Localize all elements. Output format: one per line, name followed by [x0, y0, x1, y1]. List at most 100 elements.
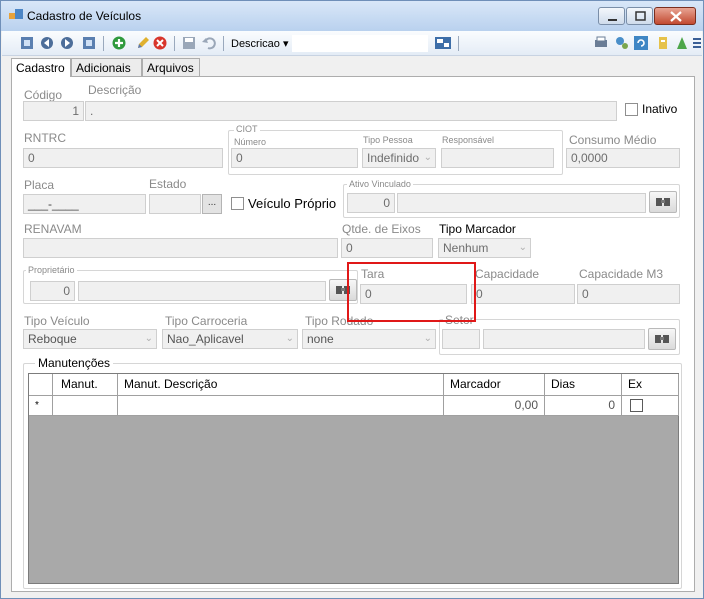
first-record-icon[interactable] — [20, 36, 34, 50]
proprietario-code-field[interactable]: 0 — [30, 281, 75, 301]
binoculars-icon — [655, 335, 669, 343]
column-header[interactable]: Dias — [545, 374, 622, 396]
responsavel-label: Responsável — [442, 135, 495, 145]
chevron-down-icon: ⌄ — [285, 333, 294, 344]
title-bar[interactable]: Cadastro de Veículos — [1, 1, 703, 31]
close-form-icon[interactable] — [693, 36, 701, 50]
add-icon[interactable] — [112, 36, 126, 50]
tipo-carroceria-select[interactable]: Nao_Aplicavel ⌄ — [162, 329, 298, 349]
row-header-corner — [29, 374, 53, 396]
toolbar-separator — [103, 36, 104, 51]
tipo-rodado-select[interactable]: none ⌄ — [302, 329, 436, 349]
grid-cell-dias[interactable]: 0 — [545, 396, 622, 416]
toolbar-separator — [174, 36, 175, 51]
settings-icon[interactable] — [615, 36, 629, 50]
manutencoes-grid[interactable]: Manut. Manut. Descrição Marcador Dias Ex… — [28, 373, 679, 584]
responsavel-field[interactable] — [441, 148, 554, 168]
ativo-vinculado-code-field[interactable]: 0 — [347, 193, 395, 213]
ciot-numero-field[interactable]: 0 — [231, 148, 358, 168]
tipo-pessoa-label: Tipo Pessoa — [363, 135, 413, 145]
manutencoes-title: Manutenções — [35, 356, 114, 370]
cancel-icon[interactable] — [153, 36, 167, 50]
tipo-carroceria-label: Tipo Carroceria — [165, 314, 248, 328]
app-icon — [9, 9, 23, 19]
column-header[interactable]: Ex — [622, 374, 679, 396]
column-header[interactable]: Manut. — [53, 374, 118, 396]
minimize-icon — [608, 19, 617, 21]
proprietario-label: Proprietário — [26, 265, 77, 275]
tipo-marcador-label: Tipo Marcador — [439, 222, 516, 236]
dropdown-arrow-icon: ▾ — [282, 38, 289, 50]
qtde-eixos-field[interactable]: 0 — [341, 238, 433, 258]
ativo-vinculado-label: Ativo Vinculado — [347, 179, 413, 189]
refresh-icon[interactable] — [634, 36, 648, 50]
capacidade-field[interactable]: 0 — [471, 284, 575, 304]
tipo-veiculo-label: Tipo Veículo — [24, 314, 90, 328]
tipo-marcador-value: Nenhum — [443, 241, 489, 255]
renavam-field[interactable] — [23, 238, 338, 258]
maximize-button[interactable] — [626, 7, 653, 25]
chevron-down-icon: ⌄ — [144, 333, 153, 344]
tipo-pessoa-select[interactable]: Indefinido ⌄ — [362, 148, 436, 168]
column-header[interactable]: Marcador — [444, 374, 545, 396]
minimize-button[interactable] — [598, 7, 625, 25]
rntrc-label: RNTRC — [24, 131, 66, 145]
inativo-checkbox[interactable] — [625, 103, 638, 116]
renavam-label: RENAVAM — [24, 222, 82, 236]
maximize-icon — [635, 11, 646, 21]
print-icon[interactable] — [594, 36, 608, 50]
chevron-down-icon: ⌄ — [423, 333, 432, 344]
estado-browse-button[interactable]: ... — [202, 194, 222, 214]
setor-search-button[interactable] — [648, 328, 676, 350]
search-execute-icon[interactable] — [435, 36, 451, 50]
tab-adicionais[interactable]: Adicionais — [71, 58, 142, 76]
ex-checkbox[interactable] — [630, 399, 643, 412]
search-input[interactable] — [292, 35, 428, 52]
edit-icon[interactable] — [136, 36, 150, 50]
filter-icon[interactable] — [656, 36, 670, 50]
search-field-dropdown[interactable]: Descricao ▾ — [231, 37, 289, 50]
qtde-eixos-label: Qtde. de Eixos — [342, 222, 421, 236]
next-record-icon[interactable] — [60, 36, 74, 50]
last-record-icon[interactable] — [82, 36, 96, 50]
tab-cadastro[interactable]: Cadastro — [11, 58, 71, 77]
codigo-field[interactable]: 1 — [23, 101, 84, 121]
help-icon[interactable] — [675, 36, 689, 50]
capacidade-m3-field[interactable]: 0 — [577, 284, 680, 304]
window-title: Cadastro de Veículos — [27, 9, 142, 23]
ativo-vinculado-search-button[interactable] — [649, 191, 677, 213]
tipo-marcador-select[interactable]: Nenhum ⌄ — [438, 238, 531, 258]
highlight-box — [347, 262, 476, 322]
capacidade-m3-label: Capacidade M3 — [579, 267, 664, 281]
descricao-label: Descrição — [88, 83, 142, 97]
proprietario-desc-field[interactable] — [78, 281, 326, 301]
column-header[interactable]: Manut. Descrição — [118, 374, 444, 396]
grid-cell-ex[interactable] — [622, 396, 679, 416]
consumo-medio-field[interactable]: 0,0000 — [566, 148, 680, 168]
placa-field[interactable]: ___-____ — [23, 194, 146, 214]
previous-record-icon[interactable] — [40, 36, 54, 50]
close-button[interactable] — [654, 7, 696, 25]
undo-icon[interactable] — [202, 36, 216, 50]
save-icon[interactable] — [182, 36, 196, 50]
tipo-carroceria-value: Nao_Aplicavel — [167, 332, 244, 346]
tab-arquivos[interactable]: Arquivos — [142, 58, 200, 76]
chevron-down-icon: ⌄ — [423, 152, 432, 163]
estado-label: Estado — [149, 177, 187, 191]
inativo-label: Inativo — [642, 102, 678, 116]
grid-cell-marcador[interactable]: 0,00 — [444, 396, 545, 416]
tipo-pessoa-value: Indefinido — [367, 151, 420, 165]
codigo-label: Código — [24, 88, 63, 102]
rntrc-field[interactable]: 0 — [23, 148, 223, 168]
grid-cell-manut[interactable] — [53, 396, 118, 416]
tipo-veiculo-select[interactable]: Reboque ⌄ — [23, 329, 157, 349]
ativo-vinculado-desc-field[interactable] — [397, 193, 646, 213]
grid-cell-descricao[interactable] — [118, 396, 444, 416]
setor-desc-field[interactable] — [483, 329, 645, 349]
tipo-veiculo-value: Reboque — [28, 332, 77, 346]
descricao-field[interactable]: . — [85, 101, 617, 121]
capacidade-label: Capacidade — [475, 267, 540, 281]
setor-code-field[interactable] — [442, 329, 480, 349]
estado-field[interactable] — [149, 194, 201, 214]
veiculo-proprio-checkbox[interactable] — [231, 197, 244, 210]
